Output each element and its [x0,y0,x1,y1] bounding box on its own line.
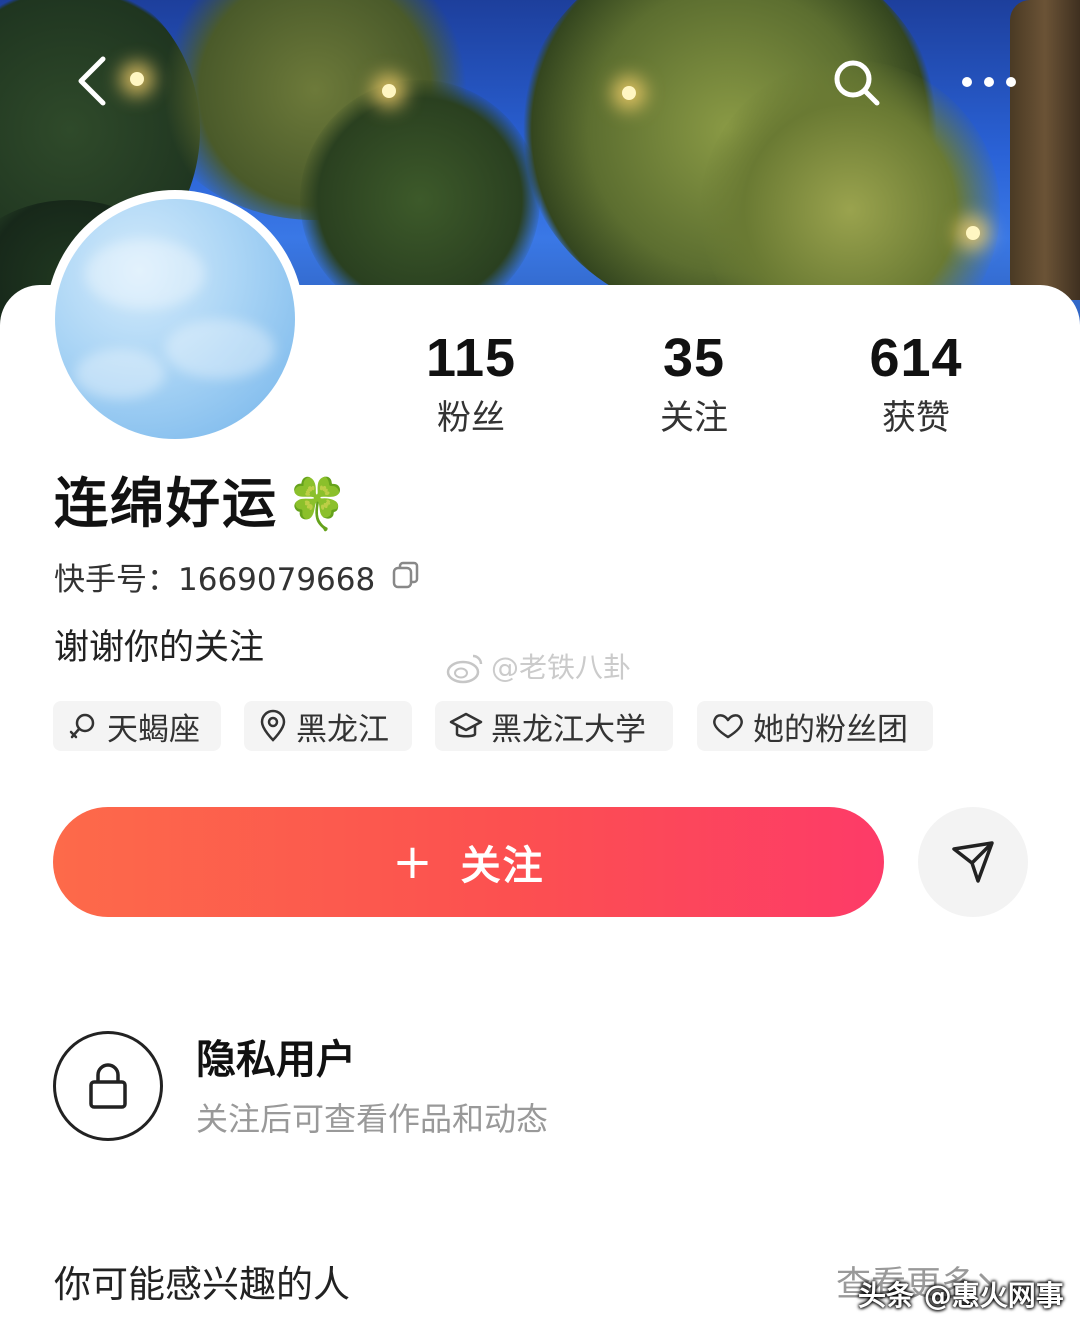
suggestions-title: 你可能感兴趣的人 [54,1263,350,1306]
stat-following[interactable]: 35 关注 [594,328,794,440]
tag-school[interactable]: 黑龙江大学 [435,701,673,751]
tag-label: 黑龙江大学 [491,711,646,748]
watermark: @老铁八卦 [445,648,631,688]
lock-icon [89,1063,127,1109]
weibo-logo-icon [446,654,483,684]
stat-label: 获赞 [882,398,950,438]
graduation-cap-icon [449,712,483,738]
stat-label: 关注 [660,398,728,438]
user-id-value: 1669079668 [178,562,376,598]
constellation-icon [69,713,95,739]
stat-value: 115 [425,328,517,388]
tag-label: 黑龙江 [296,711,389,748]
chevron-left-icon [78,56,106,106]
private-subtitle: 关注后可查看作品和动态 [196,1100,549,1138]
follow-label: 关注 [460,843,545,889]
fan-group-heart-icon [713,714,743,739]
tag-constellation[interactable]: 天蝎座 [53,701,221,751]
stat-label: 粉丝 [437,398,505,438]
stat-fans[interactable]: 115 粉丝 [371,328,571,440]
tag-label: 她的粉丝团 [753,711,908,748]
more-button[interactable] [954,60,1024,104]
tag-location[interactable]: 黑龙江 [244,701,412,751]
stat-value: 35 [662,328,726,388]
back-button[interactable] [62,46,122,116]
search-button[interactable] [826,52,888,114]
user-id-row: 快手号： 1669079668 [54,560,421,600]
follow-button[interactable]: + 关注 [53,807,884,917]
more-horizontal-icon [962,77,1016,87]
send-icon [952,841,994,883]
avatar[interactable] [55,199,295,439]
share-button[interactable] [918,807,1028,917]
location-pin-icon [260,709,286,742]
stat-likes[interactable]: 614 获赞 [816,328,1016,440]
profile-bio: 谢谢你的关注 [54,628,265,668]
search-icon [834,60,880,106]
clover-emoji: 🍀 [286,475,349,533]
tag-fan-group[interactable]: 她的粉丝团 [697,701,933,751]
user-id-label: 快手号： [54,562,178,598]
copy-icon [392,561,419,589]
stat-value: 614 [869,328,963,388]
profile-name-row: 连绵好运 🍀 [54,472,348,536]
profile-name: 连绵好运 [54,472,278,535]
source-credit: 头条 @惠火网事 [858,1279,1064,1312]
copy-button[interactable] [391,560,421,600]
tag-label: 天蝎座 [107,711,200,748]
private-title: 隐私用户 [196,1037,356,1083]
watermark-text: @老铁八卦 [491,651,632,684]
plus-icon: + [392,834,435,890]
lock-badge [53,1031,163,1141]
